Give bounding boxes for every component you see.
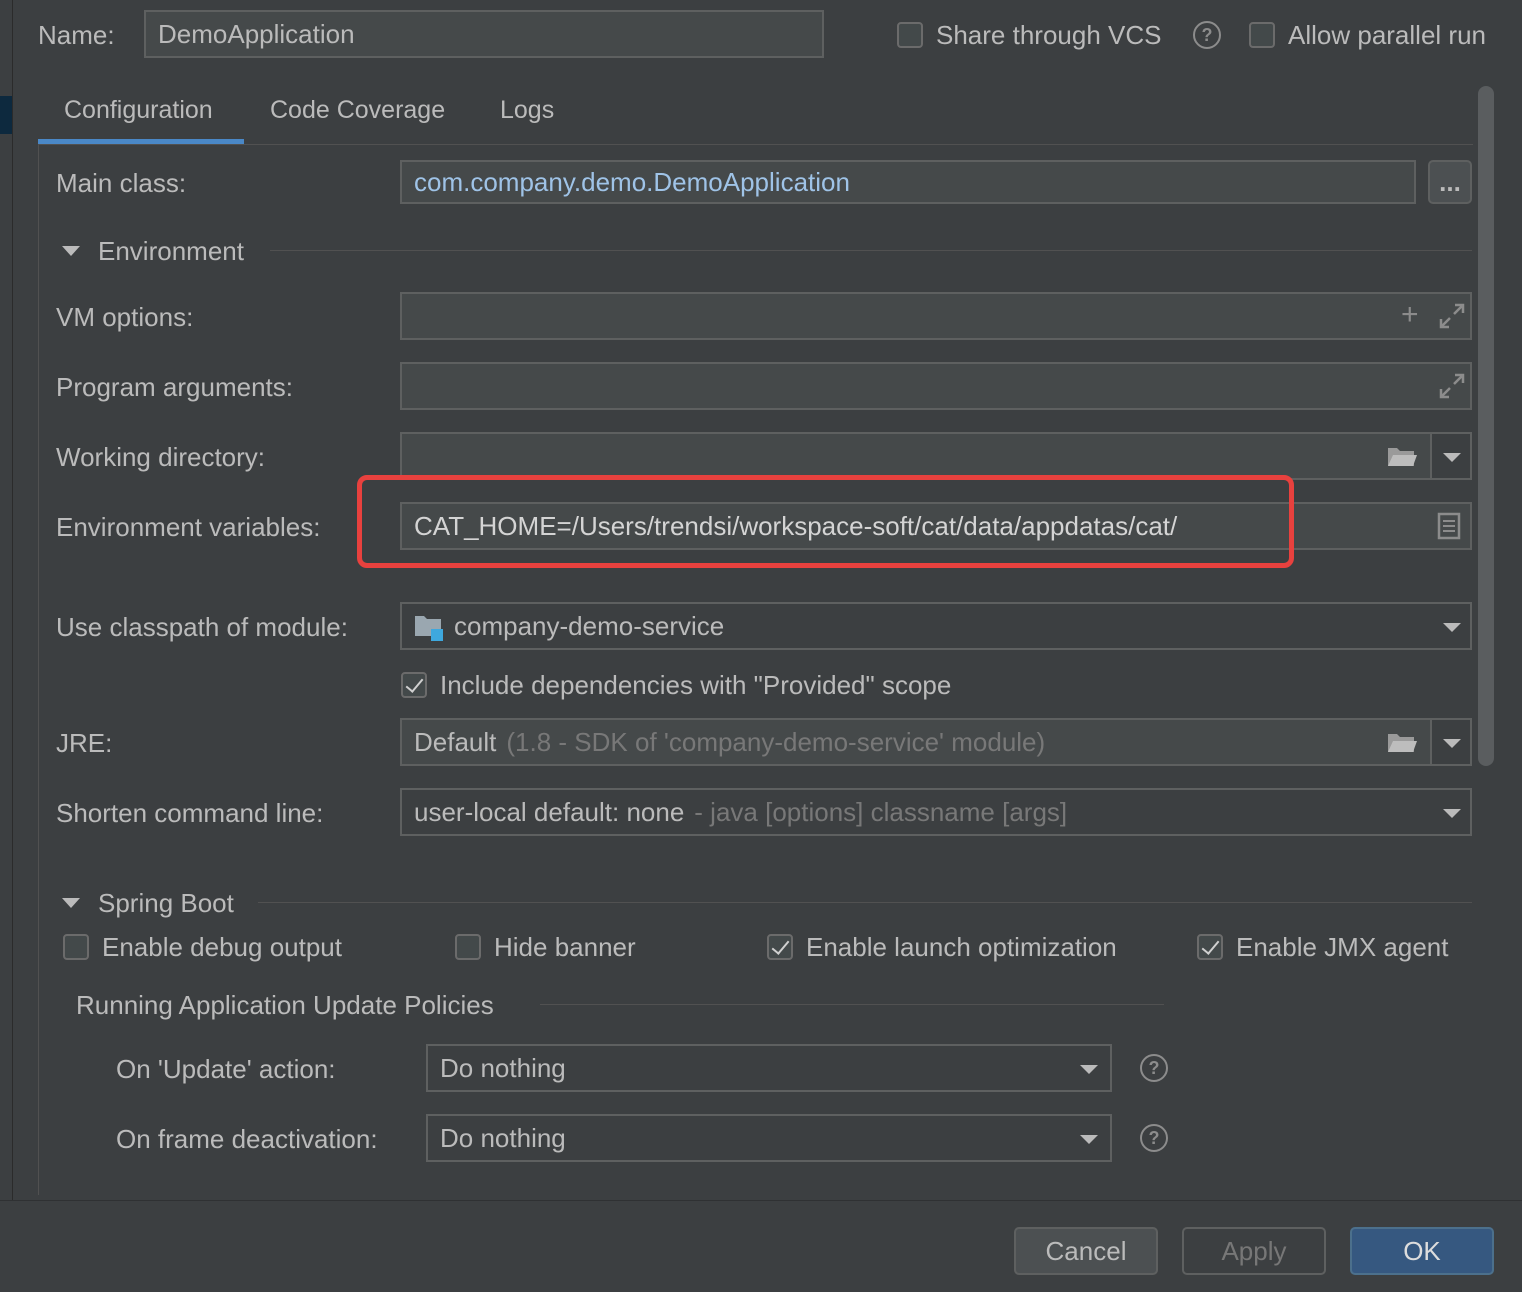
- main-class-label: Main class:: [56, 168, 187, 198]
- vertical-scrollbar[interactable]: [1478, 86, 1494, 766]
- environment-collapse-icon[interactable]: [62, 246, 80, 256]
- on-update-label: On 'Update' action:: [116, 1054, 336, 1084]
- jmx-agent-checkbox[interactable]: [1197, 934, 1223, 960]
- working-dir-folder-icon[interactable]: [1386, 444, 1418, 470]
- working-dir-label: Working directory:: [56, 442, 266, 472]
- classpath-chevron-down-icon: [1443, 623, 1461, 632]
- cancel-button[interactable]: Cancel: [1014, 1227, 1158, 1275]
- tab-configuration[interactable]: Configuration: [64, 95, 213, 125]
- allow-parallel-label: Allow parallel run: [1288, 20, 1486, 50]
- environment-section-title: Environment: [98, 236, 244, 266]
- on-update-value: Do nothing: [440, 1052, 566, 1083]
- on-update-dropdown[interactable]: Do nothing: [426, 1044, 1112, 1092]
- hide-banner-checkbox[interactable]: [455, 934, 481, 960]
- spring-boot-section-title: Spring Boot: [98, 888, 234, 918]
- vm-options-expand-icon[interactable]: [1438, 302, 1466, 330]
- program-args-label: Program arguments:: [56, 372, 293, 402]
- launch-optimization-checkbox[interactable]: [767, 934, 793, 960]
- launch-optimization-label: Enable launch optimization: [806, 932, 1117, 962]
- hide-banner-label: Hide banner: [494, 932, 636, 962]
- env-vars-highlight-box: [357, 475, 1294, 568]
- debug-output-checkbox[interactable]: [63, 934, 89, 960]
- vm-options-add-icon[interactable]: +: [1401, 300, 1419, 330]
- allow-parallel-checkbox[interactable]: [1249, 22, 1275, 48]
- tab-code-coverage[interactable]: Code Coverage: [270, 95, 445, 125]
- ok-button[interactable]: OK: [1350, 1227, 1494, 1275]
- left-panel-selection: [0, 96, 12, 134]
- environment-separator: [270, 250, 1472, 251]
- on-update-help-icon[interactable]: ?: [1140, 1054, 1168, 1082]
- jre-folder-icon[interactable]: [1386, 730, 1418, 756]
- jre-input[interactable]: Default (1.8 - SDK of 'company-demo-serv…: [400, 718, 1432, 766]
- on-frame-dropdown[interactable]: Do nothing: [426, 1114, 1112, 1162]
- on-frame-label: On frame deactivation:: [116, 1124, 378, 1154]
- program-args-input[interactable]: [400, 362, 1472, 410]
- jre-label: JRE:: [56, 728, 113, 758]
- working-dir-input[interactable]: [400, 432, 1432, 480]
- name-input[interactable]: DemoApplication: [144, 10, 824, 58]
- policies-separator: [540, 1004, 1164, 1005]
- on-frame-chevron-down-icon: [1080, 1135, 1098, 1144]
- vm-options-input[interactable]: [400, 292, 1472, 340]
- include-provided-checkbox[interactable]: [401, 672, 427, 698]
- main-class-browse-button[interactable]: ...: [1428, 160, 1472, 204]
- vm-options-label: VM options:: [56, 302, 194, 332]
- tab-logs[interactable]: Logs: [500, 95, 554, 125]
- jre-chevron-down-icon: [1443, 739, 1461, 748]
- spring-boot-separator: [258, 902, 1472, 903]
- classpath-label: Use classpath of module:: [56, 612, 348, 642]
- env-vars-edit-icon[interactable]: [1437, 512, 1461, 540]
- shorten-value: user-local default: none: [414, 796, 685, 827]
- include-provided-label: Include dependencies with "Provided" sco…: [440, 670, 952, 700]
- on-frame-value: Do nothing: [440, 1122, 566, 1153]
- program-args-expand-icon[interactable]: [1438, 372, 1466, 400]
- left-panel-edge: [0, 0, 13, 1200]
- jre-hint: (1.8 - SDK of 'company-demo-service' mod…: [506, 726, 1046, 757]
- on-frame-help-icon[interactable]: ?: [1140, 1124, 1168, 1152]
- footer-separator: [0, 1200, 1522, 1201]
- debug-output-label: Enable debug output: [102, 932, 342, 962]
- share-vcs-checkbox[interactable]: [897, 22, 923, 48]
- share-vcs-label: Share through VCS: [936, 20, 1162, 50]
- on-update-chevron-down-icon: [1080, 1065, 1098, 1074]
- apply-button[interactable]: Apply: [1182, 1227, 1326, 1275]
- jmx-agent-label: Enable JMX agent: [1236, 932, 1449, 962]
- working-dir-chevron-down-icon: [1443, 453, 1461, 462]
- shorten-hint: - java [options] classname [args]: [694, 796, 1068, 827]
- jre-value: Default: [414, 726, 497, 757]
- env-vars-label: Environment variables:: [56, 512, 321, 542]
- share-vcs-help-icon[interactable]: ?: [1193, 21, 1221, 49]
- shorten-label: Shorten command line:: [56, 798, 324, 828]
- classpath-value: company-demo-service: [454, 610, 725, 641]
- spring-boot-collapse-icon[interactable]: [62, 898, 80, 908]
- shorten-dropdown[interactable]: user-local default: none - java [options…: [400, 788, 1472, 836]
- policies-section-title: Running Application Update Policies: [76, 990, 494, 1020]
- name-label: Name:: [38, 20, 115, 50]
- module-folder-icon: [415, 616, 443, 641]
- main-class-input[interactable]: com.company.demo.DemoApplication: [400, 160, 1416, 204]
- shorten-chevron-down-icon: [1443, 809, 1461, 818]
- classpath-dropdown[interactable]: company-demo-service: [400, 602, 1472, 650]
